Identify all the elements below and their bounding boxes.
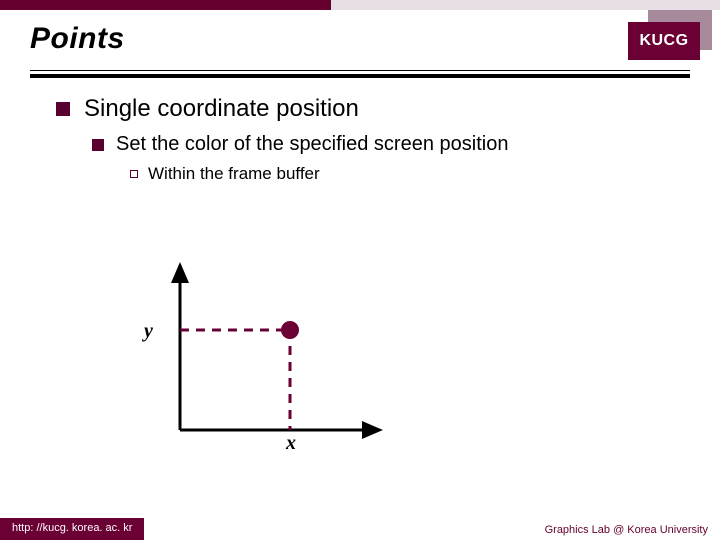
header-accent-dark (0, 0, 331, 10)
bullet-level1: Single coordinate position (56, 95, 680, 123)
bullet-level3-text: Within the frame buffer (148, 164, 320, 184)
brand-badge: KUCG (628, 22, 700, 60)
bullet-level2-text: Set the color of the specified screen po… (116, 133, 508, 156)
bullet-level1-text: Single coordinate position (84, 95, 359, 123)
content-area: Single coordinate position Set the color… (56, 95, 680, 184)
coordinate-diagram: y x (150, 260, 400, 460)
footer-url: http: //kucg. korea. ac. kr (0, 518, 144, 540)
bullet-level3: Within the frame buffer (130, 164, 680, 184)
bullet-level2: Set the color of the specified screen po… (92, 133, 680, 156)
bullet-outline-square-icon (130, 170, 138, 178)
bullet-square-icon (56, 102, 70, 116)
header-accent-light (331, 0, 720, 10)
title-rule-thick (30, 74, 690, 78)
axes-svg (150, 260, 400, 460)
title-row: Points (30, 22, 690, 72)
title-rule-thin (30, 70, 690, 71)
slide: Points KUCG Single coordinate position S… (0, 0, 720, 540)
x-axis-label: x (286, 432, 296, 455)
footer-attribution: Graphics Lab @ Korea University (545, 524, 708, 536)
page-title: Points (30, 22, 690, 56)
y-axis-label: y (144, 320, 153, 343)
bullet-square-icon (92, 139, 104, 151)
